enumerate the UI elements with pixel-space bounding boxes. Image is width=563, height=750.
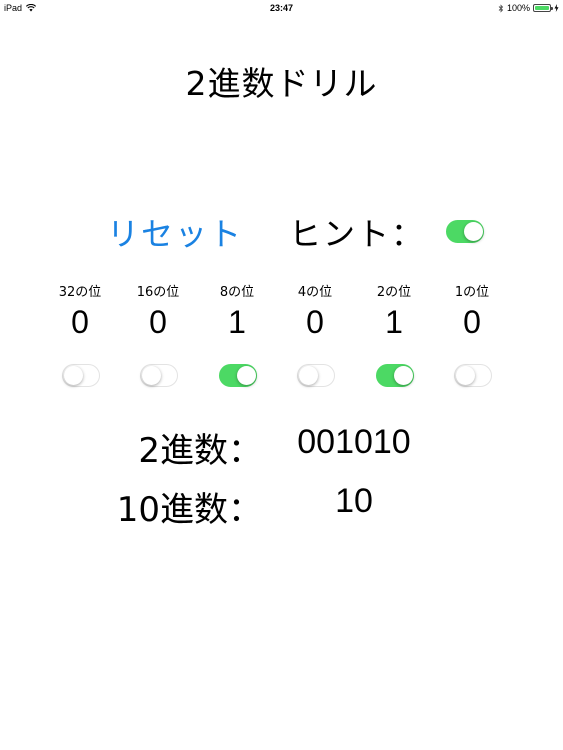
bit-digit-4: 0 <box>306 304 324 340</box>
battery-percent: 100% <box>506 3 530 13</box>
bit-toggle-4[interactable] <box>297 364 335 387</box>
bit-digit-16: 0 <box>149 304 167 340</box>
hint-toggle[interactable] <box>446 220 484 243</box>
status-time: 23:47 <box>269 3 294 13</box>
bit-digit-2: 1 <box>385 304 403 340</box>
decimal-label: 10進数： <box>116 490 262 530</box>
decimal-value: 10 <box>335 482 373 520</box>
place-label-1: 1の位 <box>454 285 490 300</box>
battery-icon <box>533 4 553 12</box>
bit-toggle-32[interactable] <box>62 364 100 387</box>
bit-digit-1: 0 <box>463 304 481 340</box>
place-label-32: 32の位 <box>58 285 102 300</box>
reset-button[interactable]: リセット <box>107 209 243 255</box>
bluetooth-icon <box>498 3 504 13</box>
bit-digit-32: 0 <box>71 304 89 340</box>
toggle-knob <box>236 365 256 385</box>
battery-level <box>535 6 549 10</box>
toggle-knob <box>463 221 483 241</box>
status-bar: iPad 23:47 100% <box>0 0 563 16</box>
toggle-knob <box>298 365 318 385</box>
place-label-16: 16の位 <box>136 285 180 300</box>
hint-label: ヒント： <box>289 215 426 253</box>
place-label-2: 2の位 <box>376 285 412 300</box>
bit-toggle-8[interactable] <box>219 364 257 387</box>
binary-label: 2進数： <box>138 431 262 471</box>
toggle-knob <box>393 365 413 385</box>
status-right: 100% <box>498 3 559 13</box>
charging-icon <box>554 4 559 12</box>
place-label-8: 8の位 <box>219 285 255 300</box>
binary-value: 001010 <box>297 423 411 461</box>
toggle-knob <box>63 365 83 385</box>
place-label-4: 4の位 <box>297 285 333 300</box>
bit-toggle-16[interactable] <box>140 364 178 387</box>
bit-toggle-2[interactable] <box>376 364 414 387</box>
toggle-knob <box>141 365 161 385</box>
toggle-knob <box>455 365 475 385</box>
bit-digit-8: 1 <box>228 304 246 340</box>
bit-toggle-1[interactable] <box>454 364 492 387</box>
page-title: 2進数ドリル <box>185 64 378 103</box>
